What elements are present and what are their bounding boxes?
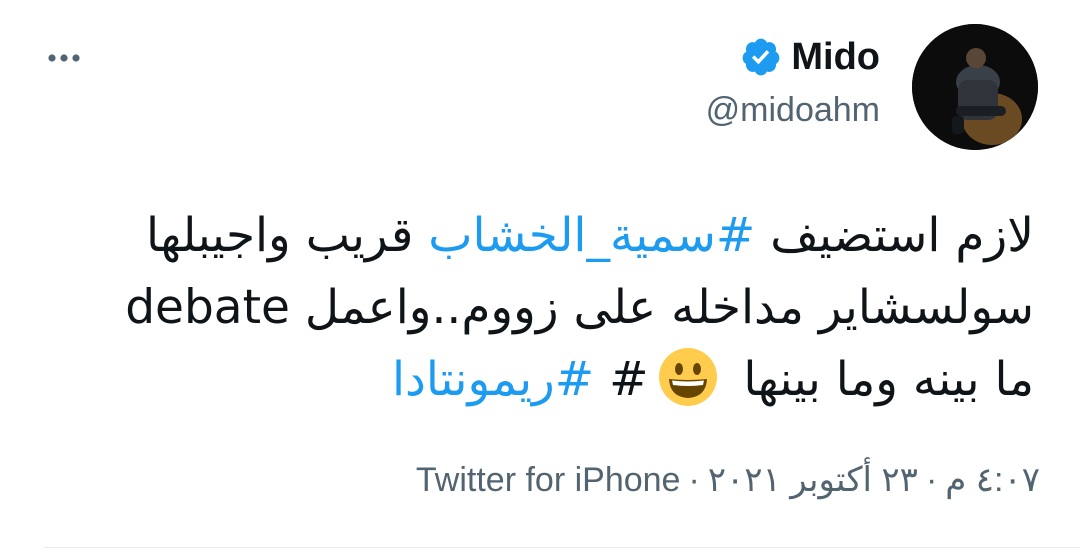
tweet-text-segment: ما بينه وما بينها	[728, 352, 1034, 407]
author-name-row[interactable]: Mido	[739, 33, 880, 81]
tweet-line-1: لازم استضيف #سمية_الخشاب قريب واجيبلها	[34, 200, 1034, 272]
avatar[interactable]	[912, 24, 1038, 150]
hash-sign: #	[609, 352, 649, 407]
grinning-face-icon	[658, 347, 718, 407]
tweet-date[interactable]: ٢٣ أكتوبر ٢٠٢١	[708, 461, 918, 499]
verified-badge-icon	[739, 35, 783, 79]
more-horizontal-icon	[48, 54, 80, 62]
divider	[44, 547, 1080, 548]
meta-separator: ·	[688, 461, 700, 499]
tweet-text: لازم استضيف #سمية_الخشاب قريب واجيبلها س…	[34, 200, 1034, 416]
tweet-text-segment: قريب واجيبلها	[146, 208, 429, 263]
hashtag-link[interactable]: #سمية_الخشاب	[428, 208, 755, 263]
tweet-card: Mido @midoahm لازم استضيف #سمية_الخشاب ق…	[0, 0, 1080, 555]
more-options-button[interactable]	[44, 40, 84, 76]
author-handle[interactable]: @midoahm	[706, 88, 880, 132]
tweet-line-3: ما بينه وما بينها # #ريمونتادا	[34, 344, 1034, 416]
tweet-time[interactable]: ٤:٠٧ م	[945, 461, 1040, 499]
tweet-source-link[interactable]: Twitter for iPhone	[416, 461, 681, 499]
tweet-line-2: سولسشاير مداخله على زووم..واعمل debate	[34, 272, 1034, 344]
tweet-text-segment: سولسشاير مداخله على زووم..واعمل debate	[125, 280, 1034, 335]
author-display-name[interactable]: Mido	[791, 33, 880, 81]
meta-separator: ·	[925, 461, 938, 499]
tweet-metadata: Twitter for iPhone · ٢٣ أكتوبر ٢٠٢١ · ٤:٠٧ م	[416, 457, 1040, 503]
tweet-text-segment: لازم استضيف	[755, 208, 1034, 263]
hashtag-link[interactable]: #ريمونتادا	[392, 352, 594, 407]
